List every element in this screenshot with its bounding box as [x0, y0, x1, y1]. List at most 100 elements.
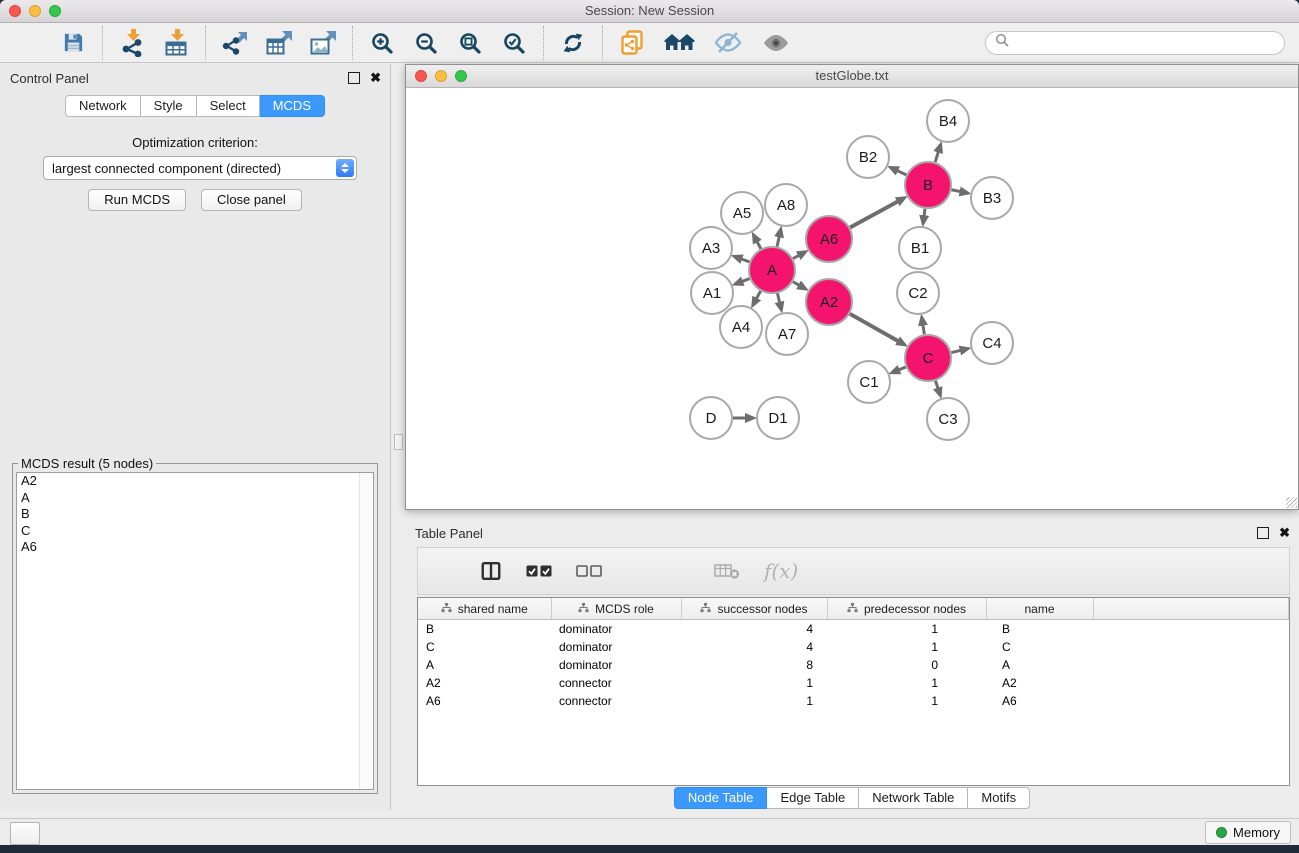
create-column-button[interactable] [626, 561, 646, 581]
memory-button[interactable]: Memory [1205, 821, 1291, 844]
network-minimize-button[interactable] [435, 70, 447, 82]
table-row[interactable]: A6connector11A6 [418, 692, 1289, 710]
show-columns-button[interactable] [480, 560, 502, 582]
tab-motifs[interactable]: Motifs [968, 787, 1030, 809]
table-row[interactable]: Adominator80A [418, 656, 1289, 674]
node-A7[interactable]: A7 [766, 313, 808, 355]
node-D[interactable]: D [690, 397, 732, 439]
column-header-predecessor-nodes[interactable]: predecessor nodes [827, 598, 986, 620]
tab-edge-table[interactable]: Edge Table [767, 787, 859, 809]
network-canvas[interactable]: B4B2BB3B1A5A8A6A3AA1A2C2A4A7C4CC1C3DD1 [406, 88, 1298, 509]
table-row[interactable]: A2connector11A2 [418, 674, 1289, 692]
edge-A2-C[interactable] [850, 314, 899, 341]
zoom-out-button[interactable] [412, 29, 440, 57]
open-session-button[interactable] [15, 29, 43, 57]
result-item[interactable]: A [17, 490, 373, 507]
column-header-shared-name[interactable]: shared name [418, 598, 551, 620]
node-B[interactable]: B [905, 162, 951, 208]
node-C[interactable]: C [905, 335, 951, 381]
table-row[interactable]: Bdominator41B [418, 620, 1289, 639]
import-network-button[interactable] [118, 29, 146, 57]
zoom-window-button[interactable] [49, 5, 61, 17]
refresh-layout-button[interactable] [559, 29, 587, 57]
tab-style[interactable]: Style [141, 95, 197, 117]
show-graphics-details-button[interactable] [760, 29, 792, 57]
node-C3[interactable]: C3 [927, 398, 969, 440]
node-A[interactable]: A [749, 247, 795, 293]
node-A6[interactable]: A6 [806, 216, 852, 262]
tab-network-table[interactable]: Network Table [859, 787, 968, 809]
tab-network[interactable]: Network [65, 95, 141, 117]
edge-B-B4[interactable] [935, 152, 938, 163]
edge-A-A5[interactable] [757, 241, 761, 248]
search-input[interactable] [985, 31, 1285, 55]
column-header-MCDS-role[interactable]: MCDS role [551, 598, 681, 620]
tab-select[interactable]: Select [197, 95, 260, 117]
hide-graphics-details-button[interactable] [712, 29, 744, 57]
close-window-button[interactable] [9, 5, 21, 17]
edge-B-B2[interactable] [897, 171, 906, 175]
close-panel-button[interactable]: Close panel [201, 189, 302, 211]
edge-B-B3[interactable] [952, 190, 961, 192]
export-table-button[interactable] [265, 29, 293, 57]
node-C1[interactable]: C1 [848, 361, 890, 403]
zoom-selected-button[interactable] [500, 29, 528, 57]
result-item[interactable]: B [17, 506, 373, 523]
resize-grip[interactable] [1286, 497, 1297, 508]
export-image-button[interactable] [309, 29, 337, 57]
edge-A6-B[interactable] [850, 201, 898, 227]
edge-A-A6[interactable] [793, 255, 799, 258]
edge-A-A7[interactable] [777, 293, 779, 302]
node-B2[interactable]: B2 [847, 136, 889, 178]
node-B3[interactable]: B3 [971, 177, 1013, 219]
float-panel-icon[interactable] [348, 72, 360, 84]
run-mcds-button[interactable]: Run MCDS [88, 189, 186, 211]
edge-A-A8[interactable] [777, 236, 779, 246]
node-A5[interactable]: A5 [721, 192, 763, 234]
deselect-all-button[interactable] [576, 564, 602, 578]
table-row[interactable]: Cdominator41C [418, 638, 1289, 656]
edge-A-A1[interactable] [742, 279, 750, 282]
edge-A-A4[interactable] [756, 291, 760, 299]
node-B4[interactable]: B4 [927, 100, 969, 142]
node-A3[interactable]: A3 [690, 227, 732, 269]
edge-C-C1[interactable] [899, 367, 906, 370]
export-network-button[interactable] [221, 29, 249, 57]
edge-A-A3[interactable] [741, 259, 749, 262]
node-A8[interactable]: A8 [765, 184, 807, 226]
column-header-name[interactable]: name [986, 598, 1093, 620]
close-table-panel-icon[interactable]: ✖ [1279, 527, 1290, 539]
splitter-handle[interactable] [394, 434, 403, 450]
node-table[interactable]: shared nameMCDS rolesuccessor nodesprede… [417, 597, 1290, 786]
node-D1[interactable]: D1 [757, 397, 799, 439]
mcds-result-list[interactable]: A2ABCA6 [16, 472, 374, 790]
node-C4[interactable]: C4 [971, 322, 1013, 364]
node-C2[interactable]: C2 [897, 272, 939, 314]
edge-C-C3[interactable] [935, 381, 938, 389]
optimization-criterion-select[interactable]: largest connected component (directed) [43, 156, 357, 180]
zoom-fit-button[interactable] [456, 29, 484, 57]
table-settings-button[interactable] [434, 560, 456, 582]
network-graph[interactable]: B4B2BB3B1A5A8A6A3AA1A2C2A4A7C4CC1C3DD1 [406, 88, 1298, 509]
node-A4[interactable]: A4 [720, 306, 762, 348]
task-history-button[interactable] [10, 822, 40, 845]
float-table-panel-icon[interactable] [1257, 527, 1269, 539]
select-all-button[interactable] [526, 564, 552, 578]
edge-C-C2[interactable] [923, 325, 924, 335]
node-B1[interactable]: B1 [899, 227, 941, 269]
result-item[interactable]: A6 [17, 539, 373, 556]
result-item[interactable]: C [17, 523, 373, 540]
network-close-button[interactable] [415, 70, 427, 82]
delete-column-button[interactable] [670, 560, 690, 583]
function-builder-button[interactable]: f(x) [764, 559, 798, 583]
tab-node-table[interactable]: Node Table [674, 787, 768, 809]
import-table-button[interactable] [162, 29, 190, 57]
new-network-from-selection-button[interactable] [618, 29, 646, 57]
edge-A-A2[interactable] [793, 282, 799, 286]
edge-C-C4[interactable] [951, 350, 960, 352]
minimize-window-button[interactable] [29, 5, 41, 17]
close-panel-icon[interactable]: ✖ [370, 72, 381, 84]
delete-table-button[interactable] [714, 562, 740, 580]
result-list-scrollbar[interactable] [359, 473, 373, 789]
node-A1[interactable]: A1 [691, 272, 733, 314]
